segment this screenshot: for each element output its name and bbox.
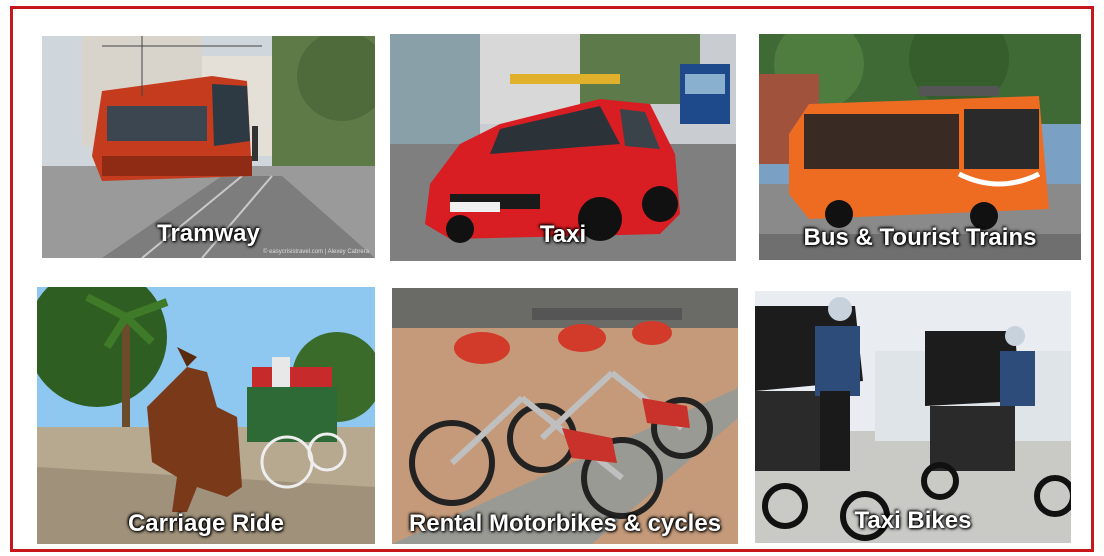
tile-carriage[interactable]: Carriage Ride [37,287,375,544]
tile-label: Tramway [157,220,260,247]
tile-label: Rental Motorbikes & cycles [408,510,722,537]
bike-rental-photo-icon [392,288,738,544]
tile-label: Bus & Tourist Trains [803,224,1037,251]
tile-taxi[interactable]: Taxi [390,34,736,261]
photo-credit: © easycrisis­travel.com | Alexey Cabrera [262,249,369,255]
pedicab-photo-icon [755,291,1071,543]
tile-tramway[interactable]: Tramway © easycrisis­travel.com | Alexey… [42,36,375,258]
tile-taxi-bikes[interactable]: Taxi Bikes [755,291,1071,543]
tile-bus[interactable]: Bus & Tourist Trains [759,34,1081,260]
tile-bike-rental[interactable]: Rental Motorbikes & cycles [392,288,738,544]
tile-label: Taxi Bikes [854,507,972,534]
horse-carriage-photo-icon [37,287,375,544]
tile-label: Taxi [539,221,587,248]
tile-label: Carriage Ride [127,510,285,537]
